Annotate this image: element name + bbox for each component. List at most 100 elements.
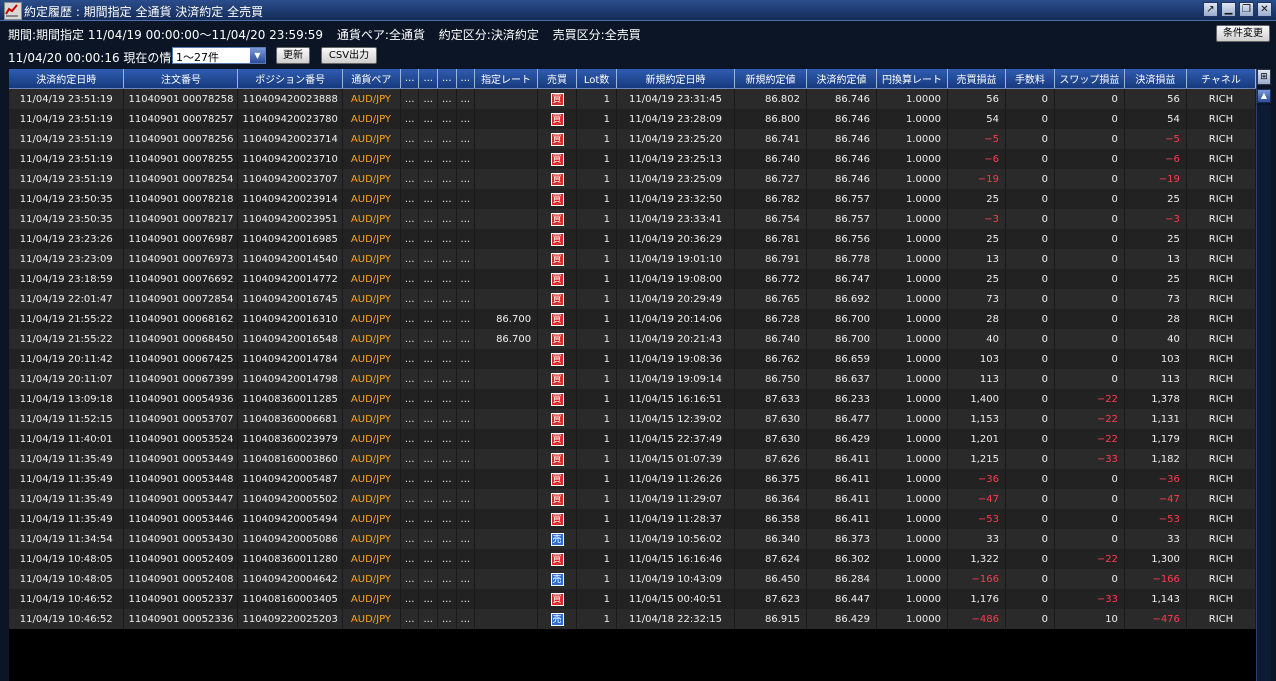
table-row[interactable]: 11/04/19 23:18:59 11040901 00076692 110409… (9, 269, 1257, 289)
table-row[interactable]: 11/04/19 22:01:47 11040901 00072854 110409… (9, 289, 1257, 309)
column-header[interactable]: Lot数 (576, 69, 618, 89)
table-cell: 11040901 00067425 (123, 349, 239, 369)
table-cell: 1.0000 (876, 189, 948, 209)
table-cell: ... (456, 449, 476, 469)
chevron-down-icon[interactable]: ▼ (250, 48, 265, 63)
column-header[interactable]: チャネル (1186, 69, 1257, 89)
column-header[interactable]: 決済損益 (1124, 69, 1187, 89)
table-cell: ... (418, 189, 438, 209)
table-cell: −53 (1124, 509, 1187, 529)
close-icon[interactable]: ✕ (1257, 2, 1272, 17)
column-header[interactable]: 通貨ペア (342, 69, 401, 89)
column-header[interactable]: 売買損益 (947, 69, 1006, 89)
table-cell: 0 (1054, 569, 1125, 589)
column-settings-icon[interactable]: ⊞ (1257, 69, 1271, 85)
table-row[interactable]: 11/04/19 21:55:22 11040901 00068450 110409… (9, 329, 1257, 349)
table-cell: 11/04/19 23:51:19 (9, 88, 125, 109)
table-cell: 0 (1005, 469, 1055, 489)
table-cell: −36 (947, 469, 1006, 489)
table-row[interactable]: 11/04/19 20:11:42 11040901 00067425 110409… (9, 349, 1257, 369)
column-header[interactable]: 新規約定日時 (616, 69, 736, 89)
table-row[interactable]: 11/04/19 23:50:35 11040901 00078217 110409… (9, 209, 1257, 229)
table-cell: 1.0000 (876, 569, 948, 589)
table-cell: 86.746 (806, 88, 877, 109)
title-bar: 約定履歴 : 期間指定 全通貨 決済約定 全売買 ↗ ▁ ❐ ✕ (0, 0, 1276, 21)
minimize-icon[interactable]: ▁ (1221, 2, 1236, 17)
table-cell: 買 (537, 309, 578, 329)
table-row[interactable]: 11/04/19 11:35:49 11040901 00053446 110409… (9, 509, 1257, 529)
table-cell: ... (437, 409, 457, 429)
vertical-scrollbar[interactable]: ⊞ ▲ (1256, 69, 1271, 681)
table-cell: RICH (1186, 189, 1257, 209)
column-header[interactable]: ... (400, 69, 420, 89)
table-cell: −3 (1124, 209, 1187, 229)
range-select[interactable]: 1〜27件 ▼ (172, 47, 266, 64)
column-header[interactable]: スワップ損益 (1054, 69, 1125, 89)
column-header[interactable]: ... (456, 69, 476, 89)
column-header[interactable]: 指定レート (474, 69, 539, 89)
table-row[interactable]: 11/04/19 11:52:15 11040901 00053707 110408… (9, 409, 1257, 429)
table-cell: 33 (947, 529, 1006, 549)
table-row[interactable]: 11/04/19 23:23:26 11040901 00076987 110409… (9, 229, 1257, 249)
column-header[interactable]: ポジション番号 (237, 69, 343, 89)
table-row[interactable]: 11/04/19 23:51:19 11040901 00078255 110409… (9, 149, 1257, 169)
table-cell: ... (400, 369, 420, 389)
column-header[interactable]: 決済約定日時 (9, 69, 125, 89)
refresh-button[interactable]: 更新 (276, 47, 310, 64)
buy-badge: 買 (550, 452, 564, 466)
table-row[interactable]: 11/04/19 21:55:22 11040901 00068162 110409… (9, 309, 1257, 329)
table-cell: ... (400, 189, 420, 209)
table-row[interactable]: 11/04/19 10:46:52 11040901 00052336 110409… (9, 609, 1257, 629)
table-row[interactable]: 11/04/19 23:51:19 11040901 00078256 110409… (9, 129, 1257, 149)
arrow-up-icon[interactable]: ▲ (1257, 89, 1271, 103)
table-cell: AUD/JPY (342, 309, 401, 329)
table-cell: ... (400, 609, 420, 629)
table-cell: 86.411 (806, 449, 877, 469)
table-row[interactable]: 11/04/19 11:35:49 11040901 00053448 110409… (9, 469, 1257, 489)
table-cell: 0 (1054, 169, 1125, 189)
column-header[interactable]: 注文番号 (123, 69, 239, 89)
table-row[interactable]: 11/04/19 23:50:35 11040901 00078218 110409… (9, 189, 1257, 209)
table-row[interactable]: 11/04/19 10:48:05 11040901 00052408 110409… (9, 569, 1257, 589)
table-cell: 11/04/19 20:11:07 (9, 369, 125, 389)
scroll-track[interactable] (1257, 105, 1271, 681)
table-cell: ... (400, 329, 420, 349)
table-cell: RICH (1186, 209, 1257, 229)
table-row[interactable]: 11/04/19 10:46:52 11040901 00052337 110408… (9, 589, 1257, 609)
table-row[interactable]: 11/04/19 11:35:49 11040901 00053449 110408… (9, 449, 1257, 469)
table-row[interactable]: 11/04/19 23:51:19 11040901 00078258 110409… (9, 88, 1257, 109)
table-row[interactable]: 11/04/19 11:34:54 11040901 00053430 110409… (9, 529, 1257, 549)
table-row[interactable]: 11/04/19 13:09:18 11040901 00054936 110408… (9, 389, 1257, 409)
table-row[interactable]: 11/04/19 23:23:09 11040901 00076973 110409… (9, 249, 1257, 269)
table-cell: AUD/JPY (342, 209, 401, 229)
table-cell: 86.915 (734, 609, 807, 629)
table-cell: 1,300 (1124, 549, 1187, 569)
table-cell: RICH (1186, 549, 1257, 569)
column-header[interactable]: ... (437, 69, 457, 89)
table-row[interactable]: 11/04/19 20:11:07 11040901 00067399 110409… (9, 369, 1257, 389)
table-cell: 25 (947, 189, 1006, 209)
csv-export-button[interactable]: CSV出力 (321, 47, 377, 64)
table-cell: AUD/JPY (342, 429, 401, 449)
restore-icon[interactable]: ❐ (1239, 2, 1254, 17)
column-header[interactable]: 手数料 (1005, 69, 1055, 89)
change-condition-button[interactable]: 条件変更 (1216, 25, 1270, 42)
table-row[interactable]: 11/04/19 11:35:49 11040901 00053447 110409… (9, 489, 1257, 509)
table-row[interactable]: 11/04/19 23:51:19 11040901 00078257 110409… (9, 109, 1257, 129)
table-cell: 0 (1054, 269, 1125, 289)
column-header[interactable]: 円換算レート (876, 69, 948, 89)
table-cell: 0 (1054, 289, 1125, 309)
column-header[interactable]: ... (418, 69, 438, 89)
table-cell: ... (437, 469, 457, 489)
column-header[interactable]: 決済約定値 (806, 69, 877, 89)
table-cell: 買 (537, 209, 578, 229)
column-header[interactable]: 売買 (537, 69, 578, 89)
column-header[interactable]: 新規約定値 (734, 69, 807, 89)
table-cell: 54 (947, 109, 1006, 129)
table-cell: ... (456, 229, 476, 249)
table-row[interactable]: 11/04/19 10:48:05 11040901 00052409 110408… (9, 549, 1257, 569)
table-row[interactable]: 11/04/19 23:51:19 11040901 00078254 110409… (9, 169, 1257, 189)
popout-icon[interactable]: ↗ (1203, 2, 1218, 17)
table-row[interactable]: 11/04/19 11:40:01 11040901 00053524 110408… (9, 429, 1257, 449)
table-cell: ... (418, 609, 438, 629)
